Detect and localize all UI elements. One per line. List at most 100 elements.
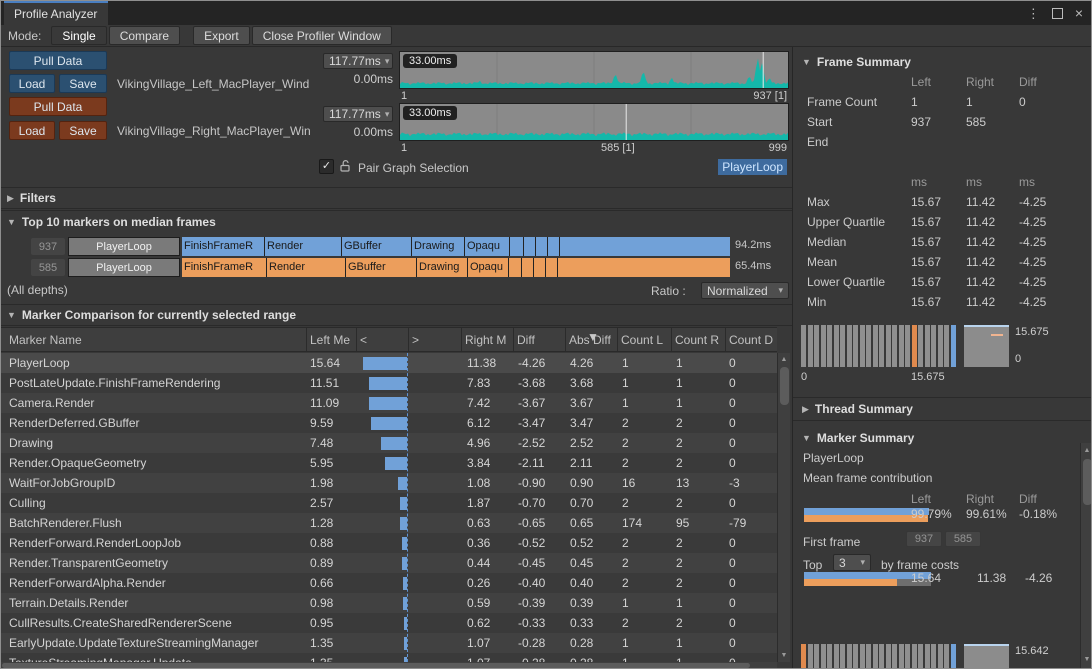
window-menu-icon[interactable]: ⋮ xyxy=(1027,7,1040,20)
table-row[interactable]: Render.OpaqueGeometry5.953.84-2.112.1122… xyxy=(1,453,777,473)
save-right-button[interactable]: Save xyxy=(59,121,107,140)
frame-number-button[interactable]: 937 xyxy=(31,238,65,255)
table-row[interactable]: EarlyUpdate.UpdateTextureStreamingManage… xyxy=(1,633,777,653)
marker-segment[interactable] xyxy=(534,258,545,277)
marker-segment[interactable] xyxy=(548,237,559,256)
load-left-button[interactable]: Load xyxy=(9,74,55,93)
summary-row-value: 11.42 xyxy=(966,195,995,209)
root-marker-button[interactable]: PlayerLoop xyxy=(68,237,180,256)
first-frame-right-button[interactable]: 585 xyxy=(945,531,981,547)
marker-segment[interactable] xyxy=(560,237,730,256)
left-frame-graph[interactable] xyxy=(399,51,789,89)
marker-segment[interactable]: Drawing xyxy=(417,258,467,277)
col-left-median[interactable]: Left Me xyxy=(310,333,350,347)
col-right-median[interactable]: Right M xyxy=(465,333,506,347)
marker-segment[interactable]: Opaqu xyxy=(465,237,509,256)
table-row[interactable]: Drawing7.484.96-2.522.52220 xyxy=(1,433,777,453)
table-row[interactable]: Camera.Render11.097.42-3.673.67110 xyxy=(1,393,777,413)
scroll-down-icon[interactable]: ▼ xyxy=(778,652,790,659)
filters-section-header[interactable]: ▶ Filters xyxy=(1,187,792,209)
table-row[interactable]: RenderForwardAlpha.Render0.660.26-0.400.… xyxy=(1,573,777,593)
unlock-icon[interactable] xyxy=(339,159,352,176)
marker-segment[interactable]: FinishFrameR xyxy=(182,237,264,256)
frame-number-button[interactable]: 585 xyxy=(31,259,65,276)
table-horizontal-scrollbar[interactable] xyxy=(1,662,777,669)
table-row[interactable]: TextureStreamingManager.Update1.351.07-0… xyxy=(1,653,777,662)
table-row[interactable]: PostLateUpdate.FinishFrameRendering11.51… xyxy=(1,373,777,393)
table-scrollbar[interactable]: ▲ ▼ xyxy=(777,353,790,662)
histogram-bar xyxy=(873,325,878,367)
ratio-dropdown[interactable]: Normalized▾ xyxy=(701,282,789,299)
marker-segment[interactable] xyxy=(536,237,547,256)
left-range-dropdown[interactable]: 117.77ms▾ xyxy=(323,53,393,69)
pull-data-right-button[interactable]: Pull Data xyxy=(9,97,107,116)
scrollbar-thumb[interactable] xyxy=(780,367,789,405)
histogram-bar xyxy=(873,644,878,669)
right-range-dropdown[interactable]: 117.77ms▾ xyxy=(323,106,393,122)
marker-segment[interactable] xyxy=(509,258,521,277)
marker-histogram[interactable] xyxy=(801,644,956,669)
col-count-diff[interactable]: Count D xyxy=(729,333,773,347)
scroll-down-icon[interactable]: ▼ xyxy=(1081,656,1092,663)
table-row[interactable]: Render.TransparentGeometry0.890.44-0.450… xyxy=(1,553,777,573)
close-profiler-window-button[interactable]: Close Profiler Window xyxy=(252,26,392,45)
col-left-bar[interactable]: < xyxy=(360,333,367,347)
close-icon[interactable]: × xyxy=(1075,6,1083,20)
marker-boxplot[interactable] xyxy=(964,644,1009,669)
frame-time-histogram[interactable] xyxy=(801,325,956,367)
marker-segment[interactable] xyxy=(546,258,557,277)
panel-scrollbar[interactable]: ▲ ▼ xyxy=(1080,443,1092,669)
selected-marker-label[interactable]: PlayerLoop xyxy=(718,159,787,175)
marker-segment[interactable] xyxy=(558,258,730,277)
pair-graph-selection-checkbox[interactable]: ✓ xyxy=(319,159,334,174)
table-row[interactable]: CullResults.CreateSharedRendererScene0.9… xyxy=(1,613,777,633)
thread-summary-header[interactable]: ▶ Thread Summary xyxy=(793,397,1092,421)
marker-segment[interactable] xyxy=(510,237,523,256)
mode-compare-button[interactable]: Compare xyxy=(109,26,180,45)
table-row[interactable]: RenderForward.RenderLoopJob0.880.36-0.52… xyxy=(1,533,777,553)
table-row[interactable]: Terrain.Details.Render0.980.59-0.390.391… xyxy=(1,593,777,613)
table-row[interactable]: WaitForJobGroupID1.981.08-0.900.901613-3 xyxy=(1,473,777,493)
marker-segment[interactable]: Render xyxy=(265,237,341,256)
first-frame-left-button[interactable]: 937 xyxy=(906,531,942,547)
load-right-button[interactable]: Load xyxy=(9,121,55,140)
root-marker-button[interactable]: PlayerLoop xyxy=(68,258,180,277)
col-right-bar[interactable]: > xyxy=(412,333,419,347)
marker-summary-header[interactable]: ▼ Marker Summary xyxy=(793,427,1092,449)
marker-segment[interactable] xyxy=(522,258,533,277)
tab-profile-analyzer[interactable]: Profile Analyzer xyxy=(4,1,108,25)
sort-descending-icon: ▼ xyxy=(587,330,599,344)
marker-segment[interactable]: GBuffer xyxy=(346,258,416,277)
marker-segment[interactable] xyxy=(524,237,535,256)
table-row[interactable]: BatchRenderer.Flush1.280.63-0.650.651749… xyxy=(1,513,777,533)
comparison-section-header[interactable]: ▼ Marker Comparison for currently select… xyxy=(1,304,792,326)
col-marker-name[interactable]: Marker Name xyxy=(9,333,82,347)
table-row[interactable]: RenderDeferred.GBuffer9.596.12-3.473.472… xyxy=(1,413,777,433)
frame-time-boxplot[interactable] xyxy=(964,325,1009,367)
cell-left: 1.28 xyxy=(310,516,333,530)
maximize-icon[interactable] xyxy=(1052,8,1063,19)
mode-single-button[interactable]: Single xyxy=(51,26,106,45)
marker-segment[interactable]: Opaqu xyxy=(468,258,508,277)
marker-segment[interactable]: Drawing xyxy=(412,237,464,256)
export-button[interactable]: Export xyxy=(193,26,250,45)
save-left-button[interactable]: Save xyxy=(59,74,107,93)
marker-segment[interactable]: Render xyxy=(267,258,345,277)
col-count-right[interactable]: Count R xyxy=(675,333,719,347)
scroll-up-icon[interactable]: ▲ xyxy=(1081,447,1092,454)
right-frame-graph[interactable] xyxy=(399,103,789,141)
col-diff[interactable]: Diff xyxy=(517,333,535,347)
table-row[interactable]: PlayerLoop15.6411.38-4.264.26110 xyxy=(1,353,777,373)
marker-segment[interactable]: FinishFrameR xyxy=(182,258,266,277)
frame-summary-header[interactable]: ▼ Frame Summary xyxy=(793,51,1092,73)
top-count-dropdown[interactable]: 3▾ xyxy=(833,554,871,571)
scrollbar-thumb[interactable] xyxy=(1083,459,1092,505)
h-scrollbar-thumb[interactable] xyxy=(2,663,750,668)
marker-segment[interactable]: GBuffer xyxy=(342,237,411,256)
table-row[interactable]: Culling2.571.87-0.700.70220 xyxy=(1,493,777,513)
scroll-up-icon[interactable]: ▲ xyxy=(778,356,790,363)
col-count-left[interactable]: Count L xyxy=(621,333,663,347)
top10-section-header[interactable]: ▼ Top 10 markers on median frames xyxy=(1,210,792,232)
pull-data-left-button[interactable]: Pull Data xyxy=(9,51,107,70)
col-right: Right xyxy=(966,75,994,89)
